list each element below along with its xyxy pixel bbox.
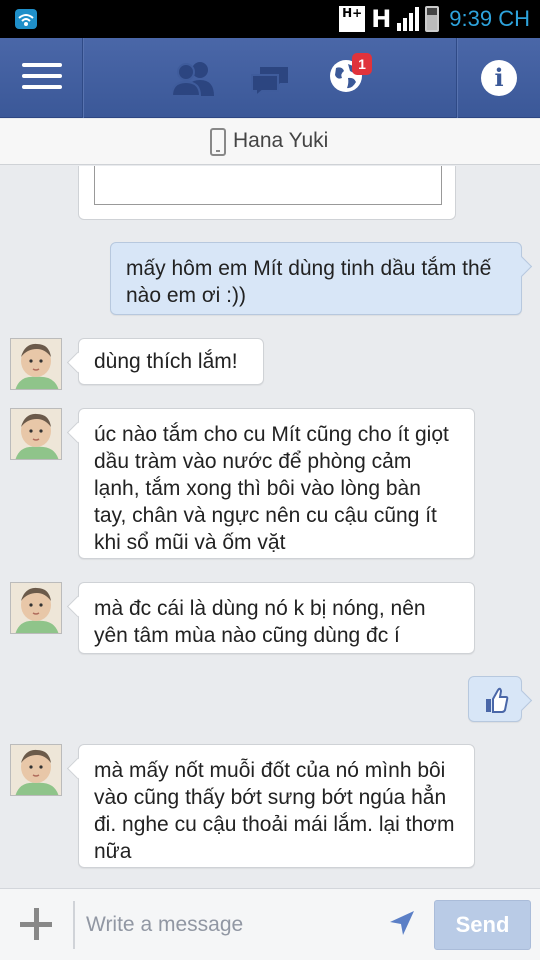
message-input[interactable] <box>86 905 376 945</box>
message-composer: Send <box>0 888 540 960</box>
nav-divider <box>456 38 457 118</box>
outgoing-message[interactable]: mấy hôm em Mít dùng tinh dầu tắm thế nào… <box>110 242 522 315</box>
nav-divider <box>82 38 83 118</box>
battery-icon <box>425 6 440 32</box>
phone-icon <box>210 128 226 156</box>
avatar[interactable] <box>10 744 62 796</box>
message-text: mà mấy nốt muỗi đốt của nó mình bôi vào … <box>94 759 455 863</box>
composer-divider <box>73 901 75 949</box>
incoming-message[interactable]: mà mấy nốt muỗi đốt của nó mình bôi vào … <box>78 744 475 868</box>
contact-name: Hana Yuki <box>233 129 329 152</box>
conversation-header: Hana Yuki <box>0 119 540 165</box>
network-type: H <box>371 5 392 33</box>
messages-icon[interactable] <box>250 63 290 101</box>
status-indicators: H+ H 9:39 CH <box>339 0 530 38</box>
thumbs-up-icon <box>486 687 509 713</box>
clock: 9:39 CH <box>449 6 530 31</box>
network-badge: H+ <box>339 6 366 32</box>
message-list[interactable]: mấy hôm em Mít dùng tinh dầu tắm thế nào… <box>0 166 540 888</box>
incoming-message[interactable]: úc nào tắm cho cu Mít cũng cho ít giọt d… <box>78 408 475 559</box>
friends-icon[interactable] <box>170 60 216 100</box>
notification-badge: 1 <box>352 53 372 75</box>
avatar[interactable] <box>10 338 62 390</box>
wifi-icon <box>15 9 37 29</box>
status-bar: H+ H 9:39 CH <box>0 0 540 38</box>
info-icon[interactable]: i <box>481 60 517 96</box>
send-button[interactable]: Send <box>434 900 531 950</box>
message-text: úc nào tắm cho cu Mít cũng cho ít giọt d… <box>94 423 449 554</box>
menu-icon[interactable] <box>22 63 62 93</box>
incoming-message[interactable]: dùng thích lắm! <box>78 338 264 385</box>
location-arrow-icon[interactable] <box>388 909 416 941</box>
outgoing-like-sticker[interactable] <box>468 676 522 722</box>
previous-attachment[interactable] <box>78 166 456 220</box>
message-text: mấy hôm em Mít dùng tinh dầu tắm thế nào… <box>126 257 492 307</box>
avatar[interactable] <box>10 582 62 634</box>
signal-icon <box>397 7 420 31</box>
top-navbar: 1 i <box>0 38 540 118</box>
plus-icon[interactable] <box>18 906 54 942</box>
incoming-message[interactable]: mà đc cái là dùng nó k bị nóng, nên yên … <box>78 582 475 654</box>
message-text: dùng thích lắm! <box>94 350 238 373</box>
message-text: mà đc cái là dùng nó k bị nóng, nên yên … <box>94 597 426 647</box>
avatar[interactable] <box>10 408 62 460</box>
